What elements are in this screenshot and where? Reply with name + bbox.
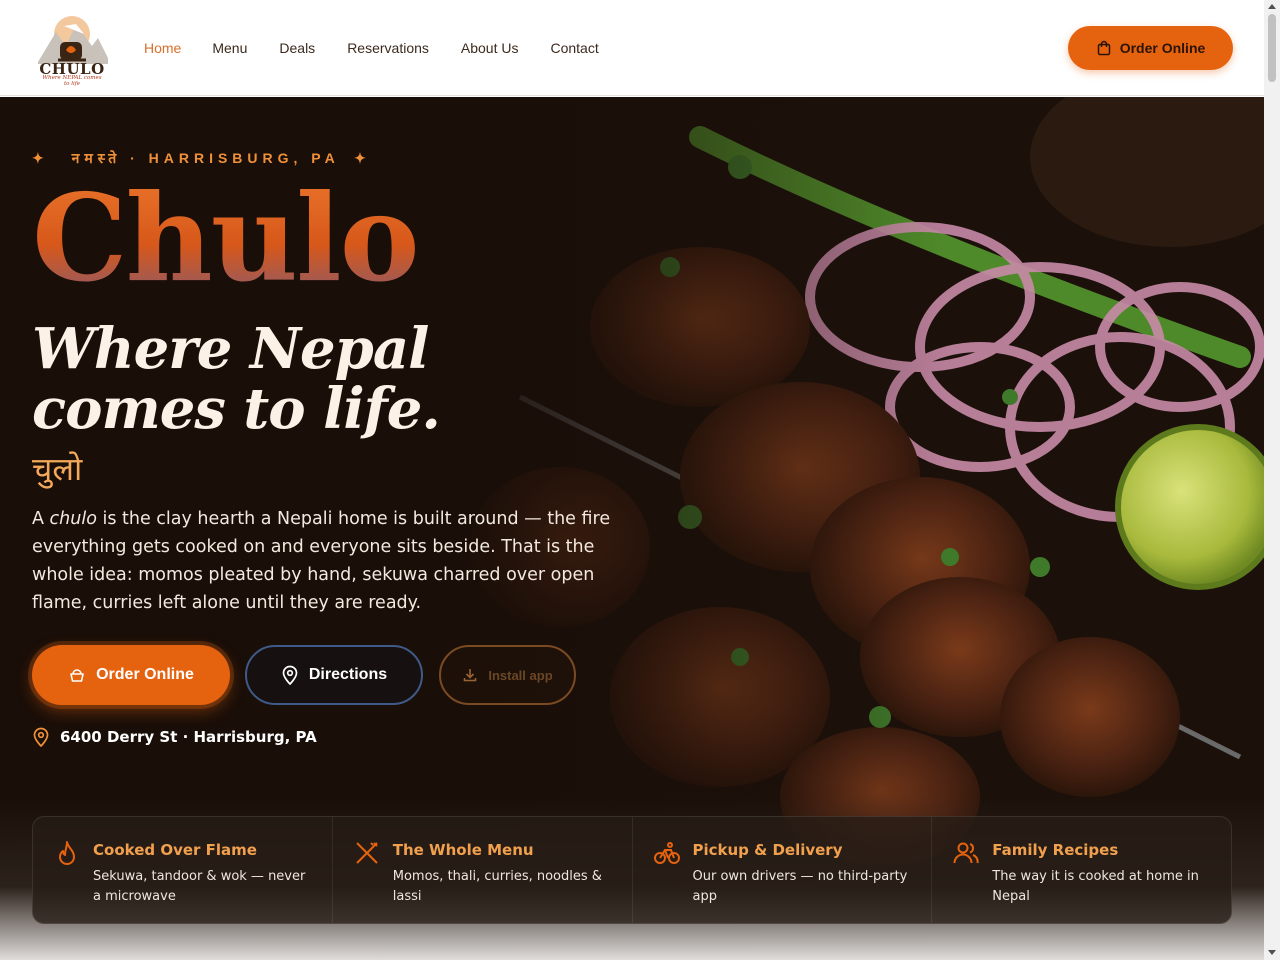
feature-whole-menu: The Whole Menu Momos, thali, curries, no…	[333, 817, 633, 923]
eyebrow-text: नमस्ते · HARRISBURG, PA	[71, 150, 340, 166]
logo-subtitle: Where NEPAL comes to life	[42, 75, 102, 87]
directions-button[interactable]: Directions	[245, 645, 423, 705]
header-order-online-label: Order Online	[1119, 40, 1206, 56]
map-pin-icon	[282, 665, 298, 685]
hero-tagline: Where Nepal comes to life.	[32, 316, 441, 442]
site-header: CHULO Where NEPAL comes to life Home Men…	[0, 0, 1264, 96]
feature-title: Cooked Over Flame	[93, 841, 257, 859]
feature-title: The Whole Menu	[392, 841, 534, 859]
feature-text: Momos, thali, curries, noodles & lassi	[392, 869, 602, 904]
location-pin-icon	[33, 727, 49, 747]
download-icon	[464, 669, 477, 682]
nav-reservations[interactable]: Reservations	[347, 40, 429, 56]
hero-eyebrow: ✦ नमस्ते · HARRISBURG, PA ✦	[32, 149, 371, 168]
utensils-icon	[356, 842, 378, 864]
nav-contact[interactable]: Contact	[550, 40, 598, 56]
nav-menu[interactable]: Menu	[212, 40, 247, 56]
directions-label: Directions	[308, 666, 388, 683]
shopping-bag-icon	[1097, 40, 1110, 56]
hero-devanagari-name: चुलो	[32, 450, 83, 488]
scrollbar-thumb[interactable]	[1268, 14, 1276, 82]
feature-family-recipes: Family Recipes The way it is cooked at h…	[932, 817, 1231, 923]
flame-icon	[59, 841, 75, 865]
page-scrollbar[interactable]	[1264, 0, 1280, 960]
feature-title: Family Recipes	[992, 841, 1119, 859]
main-nav: Home Menu Deals Reservations About Us Co…	[144, 40, 631, 56]
tagline-line-1: Where Nepal	[32, 316, 429, 382]
intro-prefix: A	[32, 509, 50, 529]
feature-title: Pickup & Delivery	[692, 841, 843, 859]
hero-address: 6400 Derry St · Harrisburg, PA	[32, 727, 317, 747]
feature-text: Sekuwa, tandoor & wok — never a microwav…	[93, 869, 306, 904]
order-online-label: Order Online	[96, 666, 194, 683]
nav-home[interactable]: Home	[144, 40, 181, 56]
intro-text: is the clay hearth a Nepali home is buil…	[32, 509, 611, 613]
install-app-label: Install app	[488, 667, 553, 683]
scroll-down-arrow-icon[interactable]	[1268, 950, 1276, 955]
feature-cooked-over-flame: Cooked Over Flame Sekuwa, tandoor & wok …	[33, 817, 333, 923]
users-icon	[953, 842, 979, 864]
header-order-online-button[interactable]: Order Online	[1068, 26, 1233, 70]
sparkle-icon: ✦	[32, 150, 49, 166]
intro-emphasis: chulo	[49, 509, 97, 529]
hero-title: Chulo	[32, 168, 420, 309]
hero-intro: A chulo is the clay hearth a Nepali home…	[32, 505, 612, 617]
sparkle-icon: ✦	[354, 150, 371, 166]
nav-deals[interactable]: Deals	[279, 40, 315, 56]
address-text: 6400 Derry St · Harrisburg, PA	[60, 728, 317, 746]
nav-about-us[interactable]: About Us	[461, 40, 519, 56]
feature-text: The way it is cooked at home in Nepal	[992, 869, 1199, 904]
install-app-button[interactable]: Install app	[439, 645, 576, 705]
hero-order-online-button[interactable]: Order Online	[32, 645, 230, 705]
scroll-up-arrow-icon[interactable]	[1268, 4, 1276, 9]
feature-pickup-delivery: Pickup & Delivery Our own drivers — no t…	[633, 817, 933, 923]
tagline-line-2: comes to life.	[32, 376, 441, 442]
hero-section: ✦ नमस्ते · HARRISBURG, PA ✦ Chulo Where …	[0, 97, 1264, 960]
bicycle-icon	[653, 842, 680, 864]
feature-text: Our own drivers — no third-party app	[692, 869, 908, 904]
feature-strip: Cooked Over Flame Sekuwa, tandoor & wok …	[32, 816, 1232, 924]
takeout-bowl-icon	[70, 669, 84, 682]
